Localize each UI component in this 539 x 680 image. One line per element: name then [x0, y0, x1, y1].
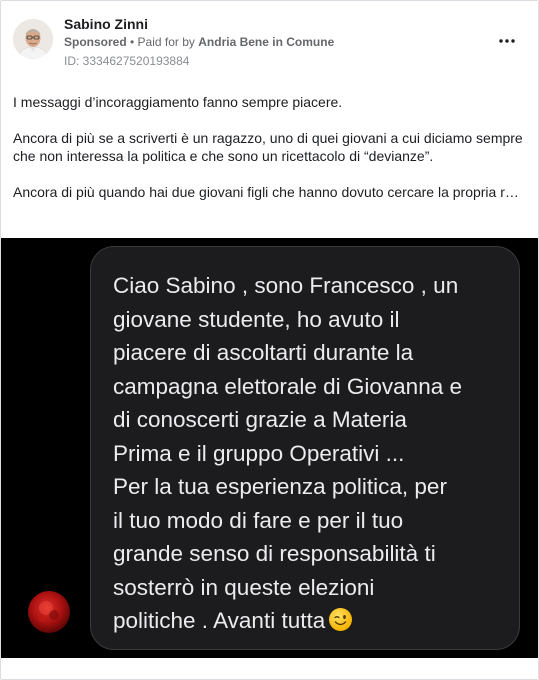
post-header: Sabino Zinni Sponsored • Paid for by And…: [1, 1, 538, 81]
message-line: il tuo modo di fare e per il tuo: [113, 507, 404, 533]
page-avatar[interactable]: [13, 19, 53, 59]
sponsored-meta: Sponsored • Paid for by Andria Bene in C…: [64, 35, 334, 49]
message-line: Prima e il gruppo Operativi ...: [113, 440, 405, 466]
message-bubble: Ciao Sabino , sono Francesco , un giovan…: [90, 246, 520, 650]
message-line: sosterrò in queste elezioni: [113, 574, 375, 600]
message-last-line: politiche . Avanti tutta: [113, 604, 503, 638]
message-text: Ciao Sabino , sono Francesco , un giovan…: [113, 269, 503, 638]
more-horizontal-icon: [499, 39, 515, 43]
sponsored-label: Sponsored: [64, 35, 127, 49]
message-line: grande senso di responsabilità ti: [113, 541, 436, 566]
ad-card: Sabino Zinni Sponsored • Paid for by And…: [0, 0, 539, 680]
ad-media-image[interactable]: Ciao Sabino , sono Francesco , un giovan…: [1, 238, 538, 658]
winking-face-icon: [329, 608, 353, 631]
message-line: piacere di ascoltarti durante la: [113, 340, 414, 365]
sender-avatar: [28, 591, 70, 633]
post-paragraph-3[interactable]: Ancora di più quando hai due giovani fig…: [13, 183, 525, 201]
page-name[interactable]: Sabino Zinni: [64, 16, 148, 32]
message-line: politiche . Avanti tutta: [113, 608, 326, 633]
more-options-button[interactable]: [495, 29, 519, 53]
payer-name[interactable]: Andria Bene in Comune: [198, 35, 334, 49]
post-body: I messaggi d’incoraggiamento fanno sempr…: [13, 93, 531, 201]
message-line: campagna elettorale di Giovanna e: [113, 373, 462, 399]
message-line: Per la tua esperienza politica, per: [113, 474, 447, 499]
message-line: di conoscerti grazie a Materia: [113, 407, 407, 432]
sender-photo-icon: [38, 601, 59, 622]
profile-photo-icon: [13, 19, 53, 59]
paid-for-prefix: Paid for by: [137, 35, 199, 49]
ad-id: ID: 3334627520193884: [64, 54, 190, 68]
post-paragraph-2: Ancora di più se a scriverti è un ragazz…: [13, 130, 523, 164]
meta-separator: •: [126, 35, 138, 49]
wink-features: [334, 615, 347, 626]
post-paragraph-1: I messaggi d’incoraggiamento fanno sempr…: [13, 94, 343, 110]
message-line: giovane studente, ho avuto il: [113, 306, 400, 332]
message-line: Ciao Sabino , sono Francesco , un: [113, 273, 459, 298]
